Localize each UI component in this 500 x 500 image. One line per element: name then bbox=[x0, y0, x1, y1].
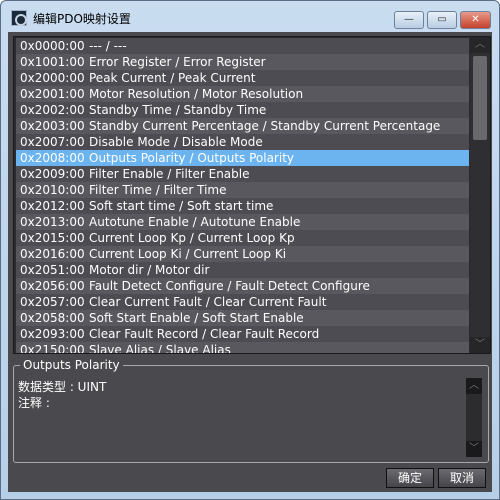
object-name: Disable Mode / Disable Mode bbox=[89, 135, 263, 149]
object-name: Standby Current Percentage / Standby Cur… bbox=[89, 119, 441, 133]
data-type-label: 数据类型 : UINT bbox=[18, 380, 107, 394]
object-index: 0x2051:00 bbox=[20, 263, 85, 277]
object-name: --- / --- bbox=[89, 39, 127, 53]
object-name: Current Loop Kp / Current Loop Kp bbox=[89, 231, 295, 245]
minimize-button[interactable]: — bbox=[394, 11, 424, 29]
details-title: Outputs Polarity bbox=[20, 358, 123, 372]
object-name: Error Register / Error Register bbox=[89, 55, 266, 69]
list-item[interactable]: 0x2008:00 Outputs Polarity / Outputs Pola… bbox=[16, 150, 469, 166]
cancel-button[interactable]: 取消 bbox=[438, 468, 486, 488]
list-item[interactable]: 0x2057:00 Clear Current Fault / Clear Cur… bbox=[16, 294, 469, 310]
object-name: Soft start time / Soft start time bbox=[89, 199, 274, 213]
object-name: Autotune Enable / Autotune Enable bbox=[89, 215, 301, 229]
object-name: Peak Current / Peak Current bbox=[89, 71, 256, 85]
list-item[interactable]: 0x2001:00 Motor Resolution / Motor Resolu… bbox=[16, 86, 469, 102]
list-item[interactable]: 0x2016:00 Current Loop Ki / Current Loop … bbox=[16, 246, 469, 262]
scroll-thumb[interactable] bbox=[473, 56, 487, 140]
object-name: Fault Detect Configure / Fault Detect Co… bbox=[89, 279, 370, 293]
details-scrollbar[interactable]: ︿ ﹀ bbox=[466, 378, 482, 457]
list-item[interactable]: 0x2150:00 Slave Alias / Slave Alias bbox=[16, 342, 469, 354]
window-title: 编辑PDO映射设置 bbox=[33, 12, 131, 26]
object-index: 0x2015:00 bbox=[20, 231, 85, 245]
object-index: 0x2001:00 bbox=[20, 87, 85, 101]
list-item[interactable]: 0x2003:00 Standby Current Percentage / St… bbox=[16, 118, 469, 134]
list-item[interactable]: 0x1001:00 Error Register / Error Register bbox=[16, 54, 469, 70]
object-index: 0x0000:00 bbox=[20, 39, 85, 53]
object-name: Standby Time / Standby Time bbox=[89, 103, 267, 117]
object-name: Filter Enable / Filter Enable bbox=[89, 167, 250, 181]
object-name: Current Loop Ki / Current Loop Ki bbox=[89, 247, 287, 261]
app-icon bbox=[11, 10, 27, 26]
list-item[interactable]: 0x2015:00 Current Loop Kp / Current Loop … bbox=[16, 230, 469, 246]
comment-label: 注释 : bbox=[18, 396, 50, 410]
object-index: 0x2003:00 bbox=[20, 119, 85, 133]
object-index: 0x2009:00 bbox=[20, 167, 85, 181]
object-name: Outputs Polarity / Outputs Polarity bbox=[89, 151, 294, 165]
object-index: 0x2057:00 bbox=[20, 295, 85, 309]
scroll-up-icon[interactable]: ︿ bbox=[470, 37, 490, 53]
list-scrollbar[interactable]: ︿ ﹀ bbox=[470, 37, 490, 353]
maximize-button[interactable]: ▭ bbox=[427, 11, 457, 29]
scroll-down-icon[interactable]: ﹀ bbox=[470, 337, 490, 353]
object-name: Motor Resolution / Motor Resolution bbox=[89, 87, 304, 101]
list-item[interactable]: 0x2051:00 Motor dir / Motor dir bbox=[16, 262, 469, 278]
pdo-object-list[interactable]: 0x0000:00 --- / --- 0x1001:00 Error Registe… bbox=[13, 36, 491, 354]
list-item[interactable]: 0x2056:00 Fault Detect Configure / Fault … bbox=[16, 278, 469, 294]
object-index: 0x2002:00 bbox=[20, 103, 85, 117]
object-index: 0x2010:00 bbox=[20, 183, 85, 197]
object-index: 0x2093:00 bbox=[20, 327, 85, 341]
object-index: 0x2058:00 bbox=[20, 311, 85, 325]
scroll-up-icon[interactable]: ︿ bbox=[466, 378, 482, 394]
object-index: 0x2056:00 bbox=[20, 279, 85, 293]
list-item[interactable]: 0x2002:00 Standby Time / Standby Time bbox=[16, 102, 469, 118]
object-index: 0x2008:00 bbox=[20, 151, 85, 165]
list-item[interactable]: 0x2007:00 Disable Mode / Disable Mode bbox=[16, 134, 469, 150]
object-index: 0x1001:00 bbox=[20, 55, 85, 69]
object-name: Clear Fault Record / Clear Fault Record bbox=[89, 327, 320, 341]
list-item[interactable]: 0x2010:00 Filter Time / Filter Time bbox=[16, 182, 469, 198]
object-index: 0x2013:00 bbox=[20, 215, 85, 229]
object-name: Slave Alias / Slave Alias bbox=[89, 343, 231, 354]
ok-button[interactable]: 确定 bbox=[386, 468, 434, 488]
object-index: 0x2000:00 bbox=[20, 71, 85, 85]
list-item[interactable]: 0x2000:00 Peak Current / Peak Current bbox=[16, 70, 469, 86]
list-item[interactable]: 0x2012:00 Soft start time / Soft start ti… bbox=[16, 198, 469, 214]
list-item[interactable]: 0x2013:00 Autotune Enable / Autotune Enab… bbox=[16, 214, 469, 230]
object-name: Filter Time / Filter Time bbox=[89, 183, 227, 197]
object-name: Clear Current Fault / Clear Current Faul… bbox=[89, 295, 327, 309]
list-item[interactable]: 0x2009:00 Filter Enable / Filter Enable bbox=[16, 166, 469, 182]
object-name: Soft Start Enable / Soft Start Enable bbox=[89, 311, 304, 325]
object-name: Motor dir / Motor dir bbox=[89, 263, 210, 277]
close-button[interactable]: ✕ bbox=[460, 11, 491, 29]
scroll-down-icon[interactable]: ﹀ bbox=[466, 441, 482, 457]
list-item[interactable]: 0x2093:00 Clear Fault Record / Clear Faul… bbox=[16, 326, 469, 342]
object-index: 0x2016:00 bbox=[20, 247, 85, 261]
list-item[interactable]: 0x0000:00 --- / --- bbox=[16, 38, 469, 54]
list-item[interactable]: 0x2058:00 Soft Start Enable / Soft Start … bbox=[16, 310, 469, 326]
object-index: 0x2007:00 bbox=[20, 135, 85, 149]
object-index: 0x2012:00 bbox=[20, 199, 85, 213]
object-index: 0x2150:00 bbox=[20, 343, 85, 354]
